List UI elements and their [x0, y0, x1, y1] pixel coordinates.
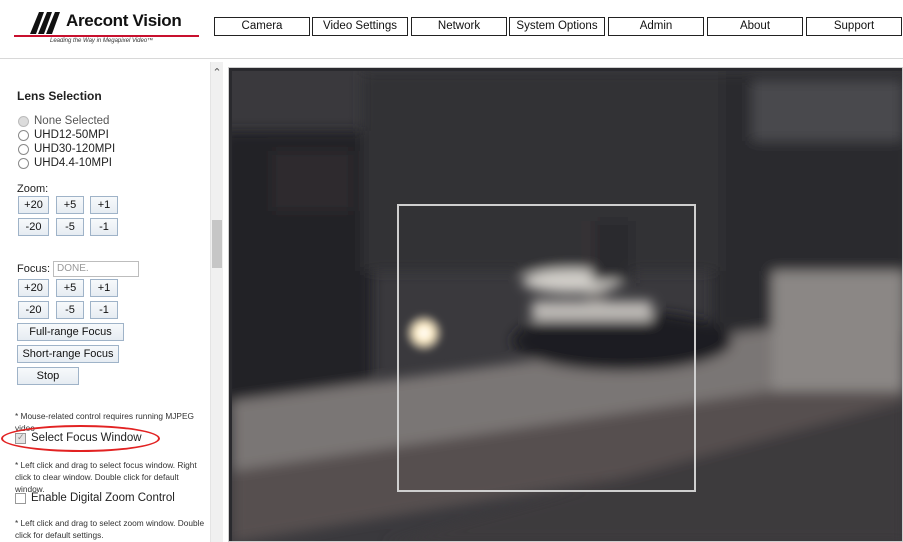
- lens-option-label: None Selected: [34, 115, 110, 127]
- nav-video-settings-button[interactable]: Video Settings: [312, 17, 408, 36]
- zoom-plus-5-button[interactable]: +5: [56, 196, 84, 214]
- lens-option-uhd12[interactable]: UHD12-50MPI: [18, 128, 109, 142]
- logo-tagline: Leading the Way in Megapixel Video™: [50, 38, 154, 44]
- focus-plus-1-button[interactable]: +1: [90, 279, 118, 297]
- focus-window-note: * Left click and drag to select focus wi…: [15, 460, 197, 494]
- arecont-logo: Arecont Vision Leading the Way in Megapi…: [14, 8, 199, 50]
- left-panel-scrollbar[interactable]: ⌃: [210, 62, 223, 542]
- digital-zoom-row[interactable]: Enable Digital Zoom Control: [15, 492, 175, 504]
- focus-status-field: DONE.: [53, 261, 139, 277]
- header: Arecont Vision Leading the Way in Megapi…: [0, 0, 903, 58]
- focus-plus-20-button[interactable]: +20: [18, 279, 49, 297]
- radio-button[interactable]: [18, 157, 29, 169]
- zoom-plus-20-button[interactable]: +20: [18, 196, 49, 214]
- lens-option-uhd4[interactable]: UHD4.4-10MPI: [18, 156, 112, 170]
- zoom-minus-5-button[interactable]: -5: [56, 218, 84, 236]
- focus-minus-20-button[interactable]: -20: [18, 301, 49, 319]
- lens-option-label: UHD12-50MPI: [34, 129, 109, 141]
- lens-option-none: None Selected: [18, 114, 109, 128]
- arecont-logo-mark-icon: [30, 12, 60, 34]
- short-range-focus-button[interactable]: Short-range Focus: [17, 345, 119, 363]
- nav-network-button[interactable]: Network: [411, 17, 507, 36]
- zoom-plus-1-button[interactable]: +1: [90, 196, 118, 214]
- radio-button[interactable]: [18, 129, 29, 141]
- scroll-thumb[interactable]: [212, 220, 222, 268]
- full-range-focus-button[interactable]: Full-range Focus: [17, 323, 124, 341]
- nav-system-options-button[interactable]: System Options: [509, 17, 605, 36]
- zoom-minus-20-button[interactable]: -20: [18, 218, 49, 236]
- select-focus-window-row[interactable]: Select Focus Window: [15, 432, 142, 444]
- nav-camera-button[interactable]: Camera: [214, 17, 310, 36]
- nav-about-button[interactable]: About: [707, 17, 803, 36]
- digital-zoom-label: Enable Digital Zoom Control: [31, 492, 175, 504]
- control-panel: Lens Selection None Selected UHD12-50MPI…: [0, 62, 222, 542]
- logo-text: Arecont Vision: [66, 11, 182, 30]
- select-focus-window-label: Select Focus Window: [31, 432, 142, 444]
- focus-plus-5-button[interactable]: +5: [56, 279, 84, 297]
- nav-support-button[interactable]: Support: [806, 17, 902, 36]
- digital-zoom-checkbox[interactable]: [15, 492, 26, 504]
- logo-rule: [14, 35, 199, 37]
- zoom-label: Zoom:: [17, 183, 49, 195]
- lens-option-label: UHD30-120MPI: [34, 143, 116, 155]
- chevron-up-icon[interactable]: ⌃: [211, 66, 223, 80]
- focus-minus-1-button[interactable]: -1: [90, 301, 118, 319]
- lens-option-label: UHD4.4-10MPI: [34, 157, 112, 169]
- stop-focus-button[interactable]: Stop: [17, 367, 79, 385]
- lens-option-uhd30[interactable]: UHD30-120MPI: [18, 142, 115, 156]
- focus-minus-5-button[interactable]: -5: [56, 301, 84, 319]
- header-divider: [0, 58, 903, 59]
- select-focus-window-checkbox[interactable]: [15, 432, 26, 444]
- mouse-control-note: * Mouse-related control requires running…: [15, 411, 194, 433]
- camera-video-feed[interactable]: [232, 71, 903, 542]
- zoom-minus-1-button[interactable]: -1: [90, 218, 118, 236]
- radio-button: [18, 115, 29, 127]
- video-panel[interactable]: [228, 67, 903, 542]
- zoom-window-note: * Left click and drag to select zoom win…: [15, 518, 205, 540]
- radio-button[interactable]: [18, 143, 29, 155]
- lens-selection-title: Lens Selection: [17, 89, 102, 103]
- focus-label: Focus:: [17, 263, 51, 275]
- nav-admin-button[interactable]: Admin: [608, 17, 704, 36]
